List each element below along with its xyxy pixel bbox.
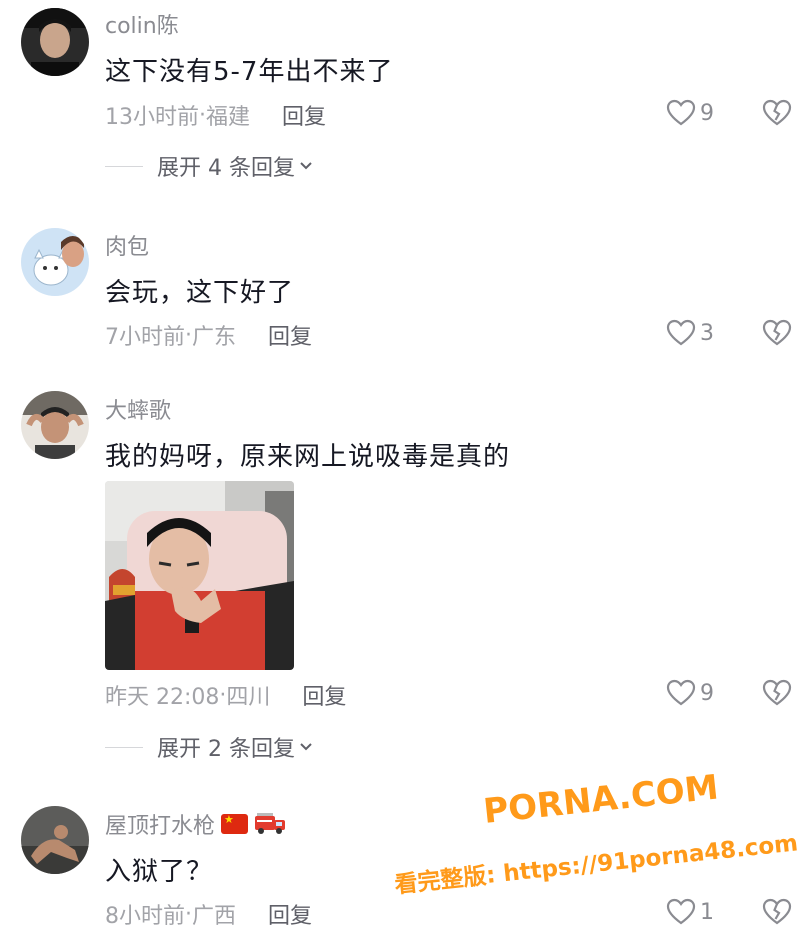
like-button[interactable]: 1 [666,898,714,926]
watermark: PORNA.COM 看完整版: https://91porna48.com [392,767,800,900]
like-count: 1 [700,899,714,925]
dislike-button[interactable] [762,679,792,711]
heart-icon [666,99,696,126]
comment-text: 入狱了？ [105,857,214,887]
meta-separator: · [185,901,192,927]
china-flag-icon [221,813,249,834]
avatar[interactable] [21,8,89,76]
comment-time: 13小时前 [105,105,199,130]
meta-separator: · [185,322,192,348]
meta-separator: · [199,102,206,128]
expand-replies-button[interactable]: 展开 4 条回复 [105,150,313,182]
reply-button[interactable]: 回复 [282,99,326,131]
divider-line [105,165,143,167]
fire-truck-icon [255,813,286,834]
comment-location: 四川 [226,685,271,710]
dislike-button[interactable] [762,319,792,351]
username-label: 屋顶打水枪 [105,814,216,839]
like-button[interactable]: 9 [666,99,714,127]
divider-line [105,746,143,748]
expand-replies-button[interactable]: 展开 2 条回复 [105,731,313,763]
comment-location: 广西 [192,904,237,929]
avatar[interactable] [21,228,89,296]
chevron-down-icon [300,743,312,751]
like-button[interactable]: 3 [666,319,714,347]
like-count: 9 [700,100,714,126]
dislike-button[interactable] [762,898,792,930]
username[interactable]: 肉包 [105,229,149,261]
username[interactable]: 大蟀歌 [105,393,171,425]
comment-meta: 8小时前 · 广西 回复 [105,898,312,930]
meta-separator: · [219,682,227,708]
comment-time: 7小时前 [105,325,185,350]
comment-meta: 昨天 22:08 · 四川 回复 [105,679,346,711]
username-label: colin陈 [105,14,179,39]
reply-button[interactable]: 回复 [268,898,312,930]
dislike-button[interactable] [762,99,792,131]
avatar[interactable] [21,391,89,459]
comment-meta: 7小时前 · 广东 回复 [105,319,312,351]
comment-text: 这下没有5-7年出不来了 [105,57,394,87]
chevron-down-icon [300,162,312,170]
broken-heart-icon [762,679,792,706]
reply-button[interactable]: 回复 [268,319,312,351]
comment-meta: 13小时前 · 福建 回复 [105,99,326,131]
broken-heart-icon [762,99,792,126]
like-count: 3 [700,320,714,346]
like-button[interactable]: 9 [666,679,714,707]
comment-time: 8小时前 [105,904,185,929]
comment-text: 我的妈呀，原来网上说吸毒是真的 [105,442,511,472]
heart-icon [666,679,696,706]
expand-replies-label: 展开 2 条回复 [157,737,295,762]
username-label: 大蟀歌 [105,399,172,424]
watermark-line1: PORNA.COM [481,767,720,831]
expand-replies-label: 展开 4 条回复 [157,156,295,181]
comment-location: 广东 [192,325,237,350]
heart-icon [666,319,696,346]
comment-text: 会玩，这下好了 [105,278,295,308]
avatar[interactable] [21,806,89,874]
username[interactable]: 屋顶打水枪 [105,808,286,840]
username-label: 肉包 [105,235,150,260]
reply-button[interactable]: 回复 [302,679,346,711]
username[interactable]: colin陈 [105,8,179,40]
comment-time: 昨天 22:08 [105,685,220,710]
comment-image[interactable] [105,481,294,670]
broken-heart-icon [762,898,792,925]
heart-icon [666,898,696,925]
broken-heart-icon [762,319,792,346]
like-count: 9 [700,680,714,706]
watermark-line2: 看完整版: https://91porna48.com [393,829,799,898]
comment-location: 福建 [206,105,251,130]
